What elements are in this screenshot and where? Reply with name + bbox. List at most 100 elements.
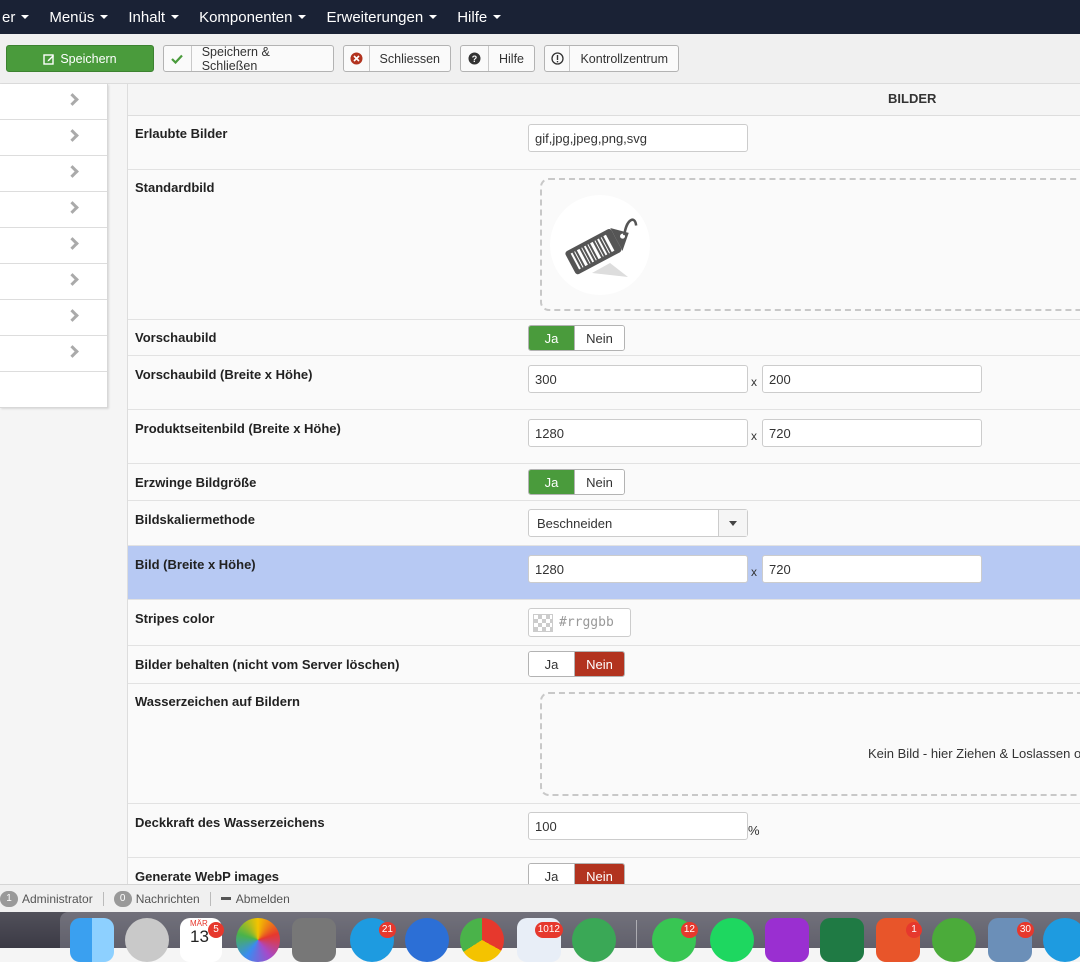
sidebar-item[interactable] (0, 336, 107, 372)
excel-icon[interactable] (820, 918, 864, 962)
menu-menus[interactable]: Menüs (39, 0, 118, 34)
allowed-images-input[interactable]: gif,jpg,jpeg,png,svg (528, 124, 748, 152)
menu-label: er (2, 8, 16, 26)
menu-label: Komponenten (199, 8, 293, 26)
row-watermark-opacity: Deckkraft des Wasserzeichens 100 % (128, 804, 1080, 858)
menu-label: Hilfe (457, 8, 488, 26)
control-center-button[interactable]: Kontrollzentrum (544, 45, 679, 72)
photos-icon[interactable] (236, 918, 280, 962)
menu-extensions[interactable]: Erweiterungen (316, 0, 447, 34)
chrome-icon[interactable] (460, 918, 504, 962)
skype-icon[interactable]: 21 (350, 918, 396, 962)
images-settings-panel: BILDER Erlaubte Bilder gif,jpg,jpeg,png,… (127, 84, 1080, 884)
stripes-color-input[interactable]: #rrggbb (528, 608, 631, 637)
edit-icon (43, 53, 55, 65)
field-label: Generate WebP images (135, 869, 280, 884)
thumbnail-toggle: Ja Nein (528, 325, 625, 351)
finder-icon[interactable] (70, 918, 114, 962)
toggle-no[interactable]: Nein (574, 864, 624, 884)
sidebar-item[interactable] (0, 120, 107, 156)
sidebar-item[interactable] (0, 84, 107, 120)
admin-link[interactable]: Administrator (22, 892, 93, 906)
whatsapp-icon[interactable]: 12 (652, 918, 698, 962)
sidebar-item[interactable] (0, 156, 107, 192)
toggle-yes[interactable]: Ja (529, 864, 574, 884)
launchpad-icon[interactable] (125, 918, 169, 962)
sidebar-item[interactable] (0, 192, 107, 228)
save-close-label: Speichern & Schließen (201, 44, 270, 73)
question-circle-icon: ? (461, 46, 489, 71)
dock-divider (636, 920, 637, 948)
save-button[interactable]: Speichern (6, 45, 154, 72)
macos-dock: MÄR 13 5 21 1012 12 1 30 (0, 912, 1080, 962)
scale-method-select[interactable]: Beschneiden (528, 509, 748, 537)
separator (102, 891, 104, 906)
spotify-icon[interactable] (710, 918, 754, 962)
toggle-yes[interactable]: Ja (529, 470, 574, 494)
toggle-yes[interactable]: Ja (529, 652, 574, 676)
thumbnail-height-input[interactable]: 200 (762, 365, 982, 393)
chevron-right-icon (66, 345, 79, 358)
chevron-right-icon (66, 93, 79, 106)
product-image-width-input[interactable]: 1280 (528, 419, 748, 447)
image-width-input[interactable]: 1280 (528, 555, 748, 583)
menu-users[interactable]: er (0, 0, 39, 34)
save-close-button[interactable]: Speichern & Schließen (163, 44, 334, 73)
percent-unit: % (748, 823, 760, 838)
menu-content[interactable]: Inhalt (118, 0, 189, 34)
minus-icon (220, 897, 231, 900)
close-label: Schliessen (379, 51, 440, 66)
notification-badge: 12 (680, 922, 698, 938)
help-button[interactable]: ? Hilfe (460, 45, 535, 72)
phpstorm-icon[interactable] (765, 918, 809, 962)
field-label: Bilder behalten (nicht vom Server lösche… (135, 657, 400, 672)
row-scale-method: Bildskaliermethode Beschneiden (128, 501, 1080, 546)
row-allowed-images: Erlaubte Bilder gif,jpg,jpeg,png,svg (128, 116, 1080, 170)
default-image-dropzone[interactable] (540, 178, 1080, 311)
skype-business-icon[interactable] (1043, 918, 1080, 962)
logout-link[interactable]: Abmelden (236, 892, 290, 906)
sidebar (0, 84, 108, 408)
field-label: Vorschaubild (Breite x Höhe) (135, 367, 313, 382)
toggle-no[interactable]: Nein (574, 652, 624, 676)
leaf-app-icon[interactable] (932, 918, 976, 962)
watermark-opacity-input[interactable]: 100 (528, 812, 748, 840)
system-preferences-icon[interactable] (292, 918, 336, 962)
caret-down-icon (429, 15, 438, 19)
mail-icon[interactable]: 1012 (517, 918, 563, 962)
dimension-separator: x (751, 429, 757, 443)
thumbnail-width-input[interactable]: 300 (528, 365, 748, 393)
messages-link[interactable]: Nachrichten (136, 892, 200, 906)
row-watermark: Wasserzeichen auf Bildern Kein Bild - hi… (128, 684, 1080, 804)
color-placeholder: #rrggbb (559, 615, 614, 630)
messenger-icon[interactable] (405, 918, 449, 962)
mail-stamp-icon[interactable]: 30 (988, 918, 1034, 962)
grammarly-icon[interactable] (572, 918, 616, 962)
field-label: Produktseitenbild (Breite x Höhe) (135, 421, 341, 436)
info-circle-icon (545, 46, 571, 71)
toggle-yes[interactable]: Ja (529, 326, 574, 350)
top-navigation: er Menüs Inhalt Komponenten Erweiterunge… (0, 0, 1080, 34)
chevron-right-icon (66, 273, 79, 286)
image-height-input[interactable]: 720 (762, 555, 982, 583)
calendar-day: 13 (190, 927, 209, 946)
sidebar-item[interactable] (0, 264, 107, 300)
close-button[interactable]: Schliessen (343, 45, 451, 72)
watermark-dropzone[interactable]: Kein Bild - hier Ziehen & Loslassen o (540, 692, 1080, 796)
filezilla-icon[interactable]: 1 (876, 918, 922, 962)
toggle-no[interactable]: Nein (574, 326, 624, 350)
field-label: Vorschaubild (135, 330, 217, 345)
field-label: Deckkraft des Wasserzeichens (135, 815, 325, 830)
toggle-no[interactable]: Nein (574, 470, 624, 494)
product-image-height-input[interactable]: 720 (762, 419, 982, 447)
caret-down-icon (298, 15, 307, 19)
field-label: Standardbild (135, 180, 215, 195)
row-thumbnail: Vorschaubild Ja Nein (128, 320, 1080, 356)
sidebar-item[interactable] (0, 300, 107, 336)
calendar-icon[interactable]: MÄR 13 5 (180, 918, 224, 962)
row-default-image: Standardbild (128, 170, 1080, 320)
sidebar-item[interactable] (0, 228, 107, 264)
menu-components[interactable]: Komponenten (189, 0, 316, 34)
menu-help[interactable]: Hilfe (447, 0, 511, 34)
notification-badge: 5 (208, 922, 224, 938)
